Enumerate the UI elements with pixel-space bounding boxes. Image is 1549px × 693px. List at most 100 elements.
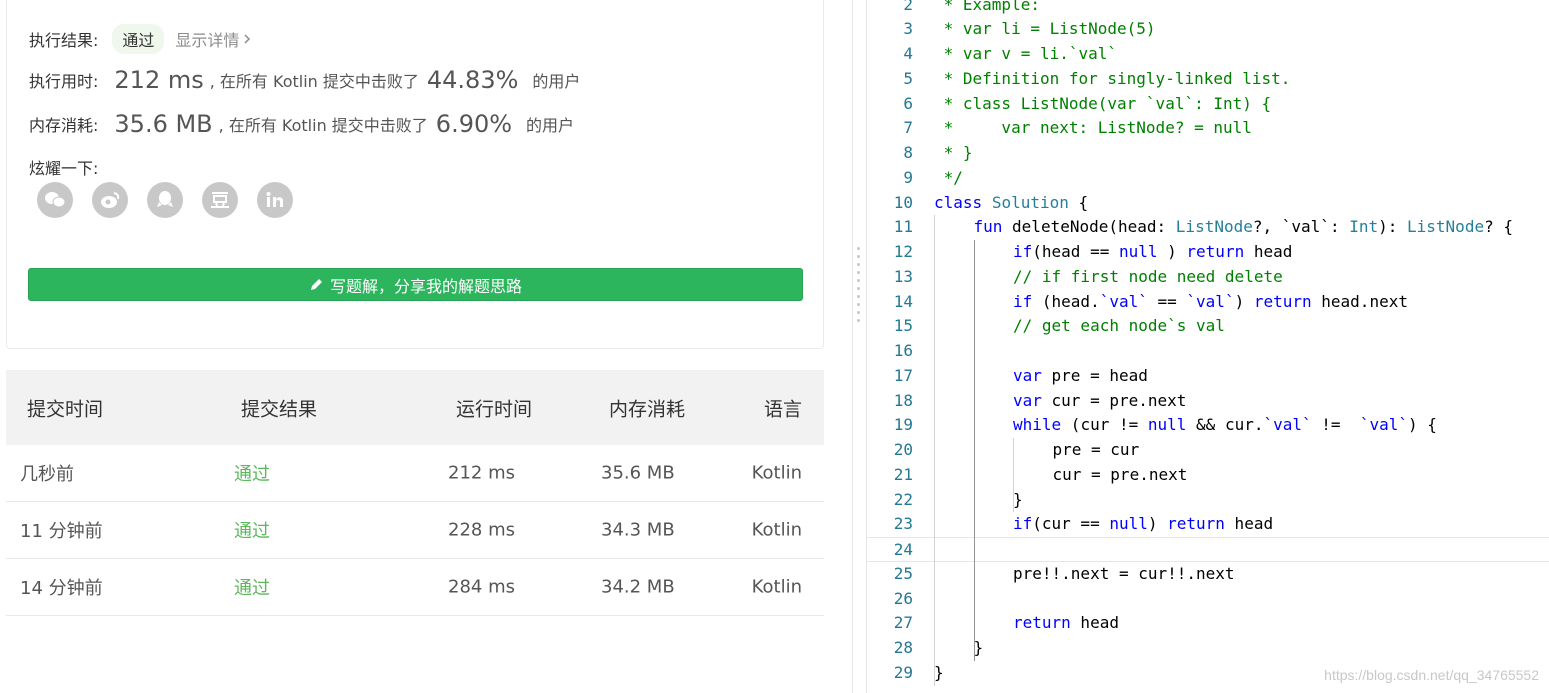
status-row: 执行结果: 通过 显示详情 (29, 24, 251, 54)
code-line[interactable]: 24 (867, 537, 1549, 562)
code-line[interactable]: 19 while (cur != null && cur.`val` != `va… (867, 413, 1549, 438)
code-line[interactable]: 22} (867, 488, 1549, 513)
code-line[interactable]: 13 // if first node need delete (867, 265, 1549, 290)
line-number: 2 (903, 0, 913, 14)
memory-value: 35.6 MB (114, 110, 213, 138)
code-text: // get each node`s val (1013, 316, 1225, 336)
share-label-row: 炫耀一下: (29, 155, 98, 179)
code-line[interactable]: 5 * Definition for singly-linked list. (867, 67, 1549, 92)
line-number: 21 (893, 464, 913, 484)
code-line[interactable]: 10 class Solution { (867, 191, 1549, 216)
code-text: * Definition for singly-linked list. (934, 68, 1291, 88)
leetcode-submission-page: 执行结果: 通过 显示详情 执行用时: 212 ms , 在所有 Kotlin … (0, 0, 1549, 693)
code-text: */ (934, 167, 963, 187)
code-line[interactable]: 7 * var next: ListNode? = null (867, 116, 1549, 141)
code-line[interactable]: 6 * class ListNode(var `val`: Int) { (867, 92, 1549, 117)
runtime-value: 212 ms (114, 66, 204, 94)
memory-users: 的用户 (526, 116, 575, 135)
indent-guide (1013, 438, 1014, 513)
cell-result-link[interactable]: 通过 (234, 460, 270, 486)
line-number: 22 (893, 489, 913, 509)
resize-handle[interactable] (857, 247, 860, 322)
code-text: if (head.`val` == `val`) return head.nex… (1013, 291, 1408, 311)
code-text: var cur = pre.next (1013, 390, 1187, 410)
share-buttons (37, 182, 293, 218)
douban-icon[interactable] (202, 182, 238, 218)
memory-row: 内存消耗: 35.6 MB , 在所有 Kotlin 提交中击败了 6.90% … (29, 110, 574, 138)
submission-table: 提交时间 提交结果 运行时间 内存消耗 语言 几秒前 通过 212 ms 35.… (6, 370, 824, 616)
table-row: 11 分钟前 通过 228 ms 34.3 MB Kotlin (6, 502, 824, 559)
code-line[interactable]: 9 */ (867, 166, 1549, 191)
code-line[interactable]: 23 if(cur == null) return head (867, 512, 1549, 537)
cell-memory: 35.6 MB (601, 462, 675, 484)
line-number: 23 (893, 514, 913, 534)
code-line[interactable]: 27 return head (867, 611, 1549, 636)
code-line[interactable]: 2 * Example: (867, 0, 1549, 17)
line-number: 28 (893, 638, 913, 657)
code-line[interactable]: 20 pre = cur (867, 438, 1549, 463)
linkedin-icon[interactable] (257, 182, 293, 218)
line-number: 27 (893, 613, 913, 633)
runtime-users: 的用户 (532, 72, 581, 91)
line-number: 9 (903, 167, 913, 187)
memory-label: 内存消耗: (29, 116, 99, 135)
code-line[interactable]: 8 * } (867, 141, 1549, 166)
cell-runtime: 212 ms (448, 462, 515, 484)
cell-memory: 34.3 MB (601, 519, 675, 541)
code-line[interactable]: 17 var pre = head (867, 364, 1549, 389)
header-language: 语言 (763, 398, 802, 420)
line-number: 16 (893, 341, 913, 360)
cell-memory: 34.2 MB (601, 576, 675, 598)
cell-result-link[interactable]: 通过 (234, 517, 270, 543)
code-text: while (cur != null && cur.`val` != `val`… (1013, 415, 1437, 435)
code-text: // if first node need delete (1013, 266, 1283, 286)
cell-submit-time: 几秒前 (20, 464, 74, 485)
runtime-label: 执行用时: (29, 72, 99, 91)
code-line[interactable]: 21 cur = pre.next (867, 463, 1549, 488)
line-number: 24 (893, 540, 913, 559)
weibo-icon[interactable] (92, 182, 128, 218)
code-text: pre!!.next = cur!!.next (1013, 563, 1235, 583)
line-number: 4 (903, 44, 913, 63)
code-line[interactable]: 11 fun deleteNode(head: ListNode?, `val`:… (867, 215, 1549, 240)
code-editor[interactable]: https://blog.csdn.net/qq_34765552 2 * Ex… (867, 0, 1549, 693)
cell-result-link[interactable]: 通过 (234, 574, 270, 600)
cell-runtime: 284 ms (448, 576, 515, 598)
show-detail-link[interactable]: 显示详情 (175, 27, 251, 51)
code-line[interactable]: 3 * var li = ListNode(5) (867, 17, 1549, 42)
code-line[interactable]: 16 (867, 339, 1549, 364)
header-submit-result: 提交结果 (241, 398, 318, 420)
code-text: if(head == null ) return head (1013, 242, 1293, 261)
code-line[interactable]: 14 if (head.`val` == `val`) return head.n… (867, 290, 1549, 315)
runtime-row: 执行用时: 212 ms , 在所有 Kotlin 提交中击败了 44.83% … (29, 66, 580, 94)
code-text: fun deleteNode(head: ListNode?, `val`: I… (973, 217, 1513, 237)
code-text: * class ListNode(var `val`: Int) { (934, 93, 1272, 113)
code-line[interactable]: 25 pre!!.next = cur!!.next (867, 562, 1549, 587)
code-text: * Example: (934, 0, 1040, 14)
code-line[interactable]: 18 var cur = pre.next (867, 389, 1549, 414)
line-number: 6 (903, 93, 913, 113)
code-text: * } (934, 143, 973, 162)
line-number: 7 (903, 118, 913, 138)
write-solution-button[interactable]: 写题解，分享我的解题思路 (28, 268, 803, 301)
code-line[interactable]: 26 (867, 587, 1549, 612)
code-line[interactable]: 29} (867, 661, 1549, 686)
line-number: 13 (893, 266, 913, 286)
cell-language: Kotlin (751, 462, 802, 484)
code-text: class Solution { (934, 192, 1089, 212)
cell-language: Kotlin (751, 519, 802, 541)
code-line[interactable]: 15 // get each node`s val (867, 314, 1549, 339)
wechat-icon[interactable] (37, 182, 73, 218)
code-line[interactable]: 4 * var v = li.`val` (867, 42, 1549, 67)
qq-icon[interactable] (147, 182, 183, 218)
line-number: 8 (903, 143, 913, 162)
code-text: pre = cur (1052, 440, 1140, 459)
code-line[interactable]: 28} (867, 636, 1549, 661)
indent-guide (934, 215, 935, 686)
line-number: 14 (893, 291, 913, 311)
memory-text: , 在所有 Kotlin 提交中击败了 (218, 116, 428, 135)
line-number: 15 (893, 316, 913, 336)
code-line[interactable]: 12 if(head == null ) return head (867, 240, 1549, 265)
line-number: 26 (893, 588, 913, 608)
code-text: * var li = ListNode(5) (934, 19, 1156, 39)
